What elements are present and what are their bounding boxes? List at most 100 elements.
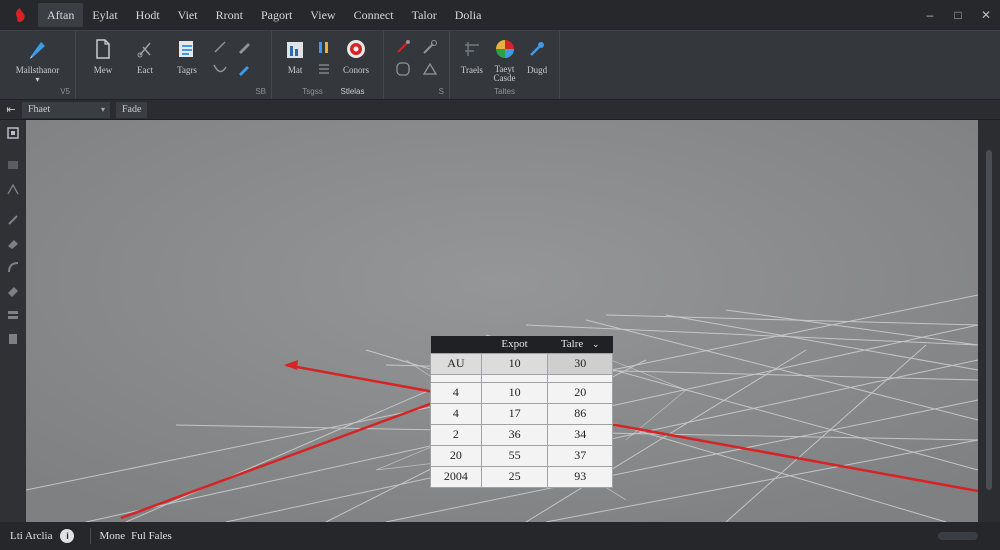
table-row[interactable]: 2 36 34 [430,423,613,446]
shape-edit-icon[interactable] [421,61,439,77]
globe-icon [492,37,518,61]
list-icon[interactable] [315,61,333,77]
link-icon[interactable] [394,39,412,55]
document-icon[interactable] [5,332,21,346]
dugd-button[interactable]: Dugd [521,31,553,91]
table-cell[interactable]: 86 [547,402,613,425]
menu-item-connect[interactable]: Connect [345,3,403,27]
table-cell[interactable]: 20 [547,381,613,404]
table-row[interactable] [430,373,613,383]
menu-item-hodt[interactable]: Hodt [127,3,169,27]
font-dropdown-value: Fhaet [28,103,51,115]
table-cell[interactable]: 10 [480,352,549,375]
table-cell[interactable]: 2004 [430,465,482,488]
line-tool-icon[interactable] [211,39,229,55]
table-cell[interactable]: 4 [430,381,482,404]
table-header-row: Expot Talre ⌄ [430,336,613,353]
chevron-down-icon: ⌄ [592,339,600,350]
menu-item-rront[interactable]: Rront [207,3,252,27]
table-cell[interactable]: 17 [480,402,549,425]
table-cell[interactable]: 34 [547,423,613,446]
mat-button[interactable]: Mat [278,31,312,91]
menu-item-viet[interactable]: Viet [169,3,207,27]
node-icon[interactable] [5,182,21,196]
column-header-talre[interactable]: Talre ⌄ [547,336,613,353]
stack-icon[interactable] [5,308,21,322]
fade-tab[interactable]: Fade [116,101,148,118]
table-cell[interactable]: 55 [480,444,549,467]
eact-label: Eact [137,65,153,75]
table-cell[interactable]: 37 [547,444,613,467]
taeyt-casde-label: Taeyt Casde [493,64,516,83]
taeyt-casde-button[interactable]: Taeyt Casde [488,31,522,91]
minimize-icon[interactable]: – [916,0,944,30]
table-cell[interactable] [480,373,549,383]
wrench-icon[interactable] [421,39,439,55]
menu-items: Aftan Eylat Hodt Viet Rront Pagort View Connect… [38,0,490,30]
info-icon[interactable]: i [60,529,75,543]
table-cell[interactable]: AU [430,352,482,375]
table-cell[interactable] [430,373,482,383]
panel-icon[interactable] [5,158,21,172]
3d-viewport[interactable]: Expot Talre ⌄ AU 10 30 4 10 20 4 17 86 2 36 34 20 55 3… [26,120,978,522]
eraser-icon[interactable] [5,284,21,298]
group-launcher-label: V5 [60,87,70,96]
brush-icon[interactable] [5,212,21,226]
shape-icon[interactable] [394,61,412,77]
menu-item-aftan[interactable]: Aftan [38,3,84,27]
horizontal-scrollbar[interactable] [938,532,978,540]
status-mode[interactable]: Mone [99,530,125,542]
vertical-scrollbar[interactable] [978,120,1000,522]
table-row[interactable]: 4 17 86 [430,402,613,425]
bars-icon[interactable] [315,39,333,55]
clipboard-small-tools [208,31,232,99]
table-cell[interactable]: 2 [430,423,482,446]
pencil-icon[interactable] [235,39,253,55]
menu-item-dolia[interactable]: Dolia [446,3,491,27]
mallsthanor-label: Mallsthanor [15,65,60,75]
back-arrow-icon[interactable]: ⇤ [0,103,22,116]
close-icon[interactable]: ✕ [972,0,1000,30]
maximize-icon[interactable]: □ [944,0,972,30]
curve-tool-icon[interactable] [211,61,229,77]
table-cell[interactable]: 93 [547,465,613,488]
tagrs-label: Tagrs [177,65,197,75]
data-table[interactable]: Expot Talre ⌄ AU 10 30 4 10 20 4 17 86 2 36 34 20 55 3… [430,336,613,488]
table-row[interactable]: 4 10 20 [430,381,613,404]
table-cell[interactable]: 30 [547,352,613,375]
column-header-talre-label: Talre [560,338,584,351]
table-row[interactable]: AU 10 30 [430,352,613,375]
fill-icon[interactable] [5,236,21,250]
eyedropper-icon[interactable] [235,61,253,77]
mallsthanor-button[interactable]: Mallsthanor ▾ [6,31,69,91]
tagrs-button[interactable]: Tagrs [166,31,208,91]
sub-toolbar: ⇤ Fhaet ▾ Fade [0,100,1000,120]
curve-icon[interactable] [5,260,21,274]
scrollbar-thumb[interactable] [986,150,992,490]
paste-icon [174,37,200,61]
eact-button[interactable]: Eact [124,31,166,91]
table-cell[interactable]: 20 [430,444,482,467]
table-cell[interactable]: 4 [430,402,482,425]
table-row[interactable]: 2004 25 93 [430,465,613,488]
conors-button[interactable]: Conors [335,31,377,91]
status-divider [90,528,92,544]
status-files[interactable]: Ful Fales [131,530,172,542]
new-document-icon [90,37,116,61]
menu-item-talor[interactable]: Talor [403,3,446,27]
font-dropdown[interactable]: Fhaet ▾ [22,101,110,118]
column-header[interactable] [430,336,482,353]
table-row[interactable]: 20 55 37 [430,444,613,467]
menu-item-eylat[interactable]: Eylat [83,3,126,27]
table-cell[interactable] [547,373,613,383]
traels-button[interactable]: Traels [456,31,488,91]
menu-item-pagort[interactable]: Pagort [252,3,301,27]
table-cell[interactable]: 10 [480,381,549,404]
table-cell[interactable]: 36 [480,423,549,446]
layers-icon[interactable] [5,126,21,140]
column-header-expot[interactable]: Expot [481,336,548,353]
mew-button[interactable]: Mew [82,31,124,91]
mat-label: Mat [287,65,303,75]
table-cell[interactable]: 25 [480,465,549,488]
menu-item-view[interactable]: View [301,3,344,27]
